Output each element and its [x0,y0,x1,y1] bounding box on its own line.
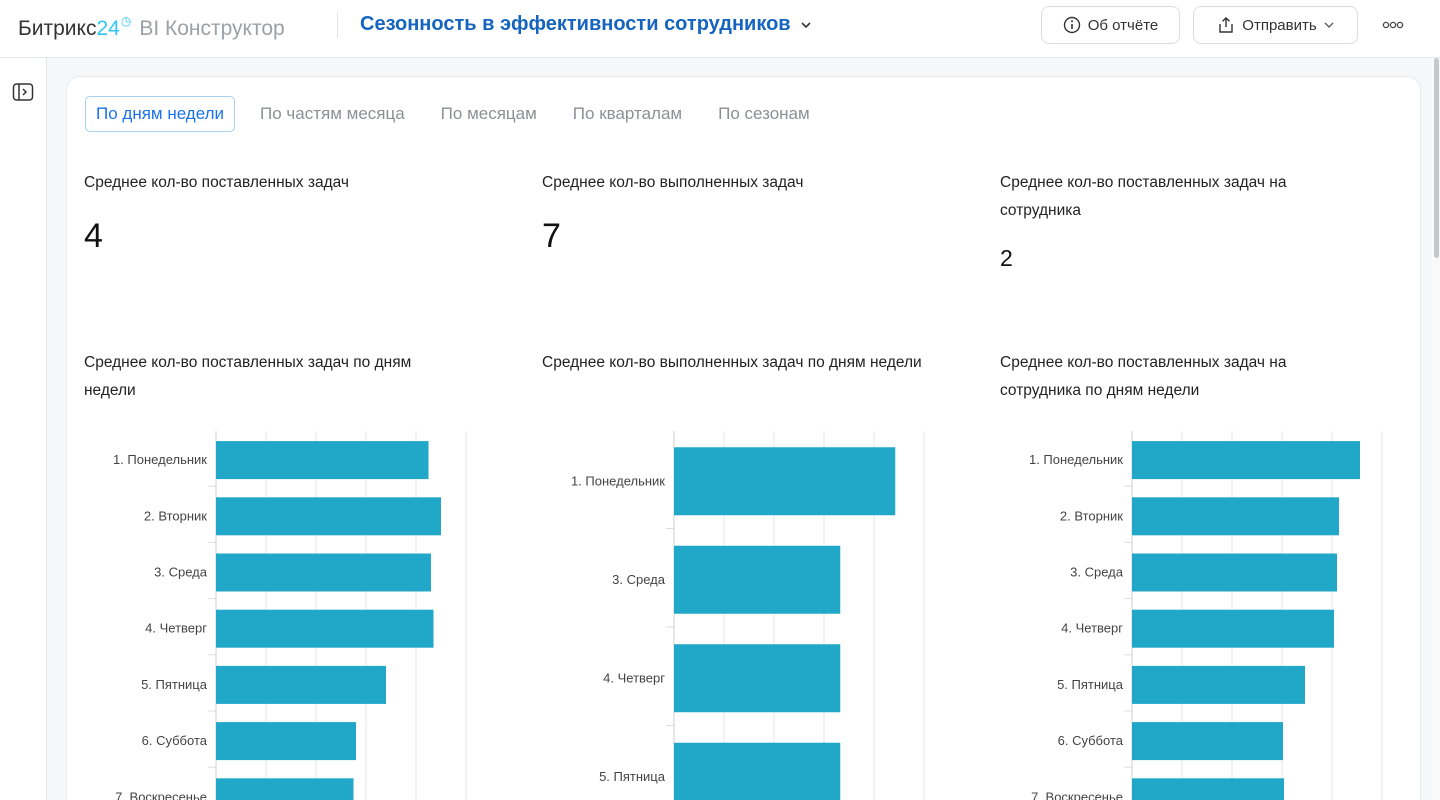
bar[interactable] [216,722,356,761]
category-label: 1. Понедельник [571,473,665,488]
bar[interactable] [1132,778,1284,800]
category-label: 5. Пятница [1057,677,1124,692]
report-title-dropdown[interactable]: Сезонность в эффективности сотрудников [360,13,811,36]
chevron-down-icon [1324,22,1334,28]
category-label: 7. Воскресенье [115,789,207,800]
brand-name: Битрикс [18,17,97,40]
bar[interactable] [1132,722,1283,761]
bar[interactable] [674,644,841,713]
chart-tasks-created-by-weekday: 1. Понедельник 2. Вторник 3. Среда 4. Четве… [113,431,467,800]
bar[interactable] [1132,497,1339,536]
bar[interactable] [674,742,841,800]
kpi-tasks-completed: Среднее кол-во выполненных задач 7 [542,169,962,255]
clock-icon: ◷ [120,14,132,28]
chevron-down-icon [801,21,811,28]
category-label: 3. Среда [1070,565,1124,580]
tab-seasons[interactable]: По сезонам [707,96,821,132]
category-label: 5. Пятница [141,677,208,692]
scrollbar-thumb[interactable] [1434,58,1439,258]
category-label: 1. Понедельник [1029,452,1123,467]
send-button[interactable]: Отправить [1193,6,1358,44]
period-tabs: По дням недели По частям месяца По месяц… [85,96,821,132]
report-card: По дням недели По частям месяца По месяц… [66,76,1421,800]
kpi-label: Среднее кол-во поставленных задач [84,174,349,191]
bar[interactable] [1132,441,1360,480]
report-title: Сезонность в эффективности сотрудников [360,13,791,35]
category-label: 5. Пятница [599,769,666,784]
category-label: 4. Четверг [603,670,665,685]
kpi-label: Среднее кол-во поставленных задач на сот… [1000,174,1287,219]
sidebar-toggle-button[interactable] [12,82,34,102]
kpi-value: 7 [542,217,561,255]
brand-product: BI Конструктор [139,17,285,40]
category-label: 1. Понедельник [113,452,207,467]
category-label: 2. Вторник [1060,508,1123,523]
about-report-button[interactable]: Об отчёте [1041,6,1180,44]
bar[interactable] [1132,609,1334,648]
bar[interactable] [216,665,386,704]
header-divider [337,12,338,38]
brand-logo[interactable]: Битрикс24◷ BI Конструктор [18,14,285,41]
chart-tasks-completed-by-weekday: 1. Понедельник 3. Среда 4. Четверг 5. Пятни… [571,431,925,800]
bar[interactable] [1132,665,1305,704]
category-label: 4. Четверг [1061,621,1123,636]
bar[interactable] [674,545,841,614]
brand-number: 24 [96,17,120,40]
info-icon [1063,16,1080,34]
category-label: 2. Вторник [144,508,207,523]
chart-tasks-per-employee-by-weekday: 1. Понедельник 2. Вторник 3. Среда 4. Четве… [1029,431,1383,800]
bar[interactable] [216,497,441,536]
sidebar-toggle-icon [12,83,34,101]
bar[interactable] [674,447,896,516]
tab-months[interactable]: По месяцам [430,96,548,132]
chart-title: Среднее кол-во выполненных задач по дням… [542,354,922,371]
bar[interactable] [216,609,434,648]
category-label: 6. Суббота [1058,733,1124,748]
more-icon [1382,21,1404,29]
category-label: 4. Четверг [145,621,207,636]
share-icon [1219,17,1233,33]
tab-weekdays[interactable]: По дням недели [85,96,236,132]
more-options-button[interactable] [1380,16,1406,34]
left-sidebar [0,58,47,800]
bar[interactable] [1132,553,1337,592]
bar[interactable] [216,778,354,800]
about-report-label: Об отчёте [1087,16,1159,34]
kpi-tasks-created: Среднее кол-во поставленных задач 4 [84,169,504,255]
bar[interactable] [216,441,429,480]
kpi-label: Среднее кол-во выполненных задач [542,174,804,191]
chart-title: Среднее кол-во поставленных задач на сот… [1000,354,1287,399]
send-label: Отправить [1242,16,1317,34]
category-label: 6. Суббота [142,733,208,748]
bar[interactable] [216,553,431,592]
category-label: 3. Среда [612,572,666,587]
app-header: Битрикс24◷ BI Конструктор Сезонность в эф… [0,0,1440,58]
category-label: 7. Воскресенье [1031,789,1123,800]
kpi-value: 4 [84,217,103,255]
kpi-tasks-per-employee: Среднее кол-во поставленных задач на сот… [1000,169,1330,271]
kpi-value: 2 [1000,245,1013,271]
tab-quarters[interactable]: По кварталам [562,96,693,132]
page-scrollbar[interactable] [1432,58,1440,800]
tab-month-parts[interactable]: По частям месяца [249,96,416,132]
chart-title: Среднее кол-во поставленных задач по дня… [84,354,412,399]
category-label: 3. Среда [154,565,208,580]
